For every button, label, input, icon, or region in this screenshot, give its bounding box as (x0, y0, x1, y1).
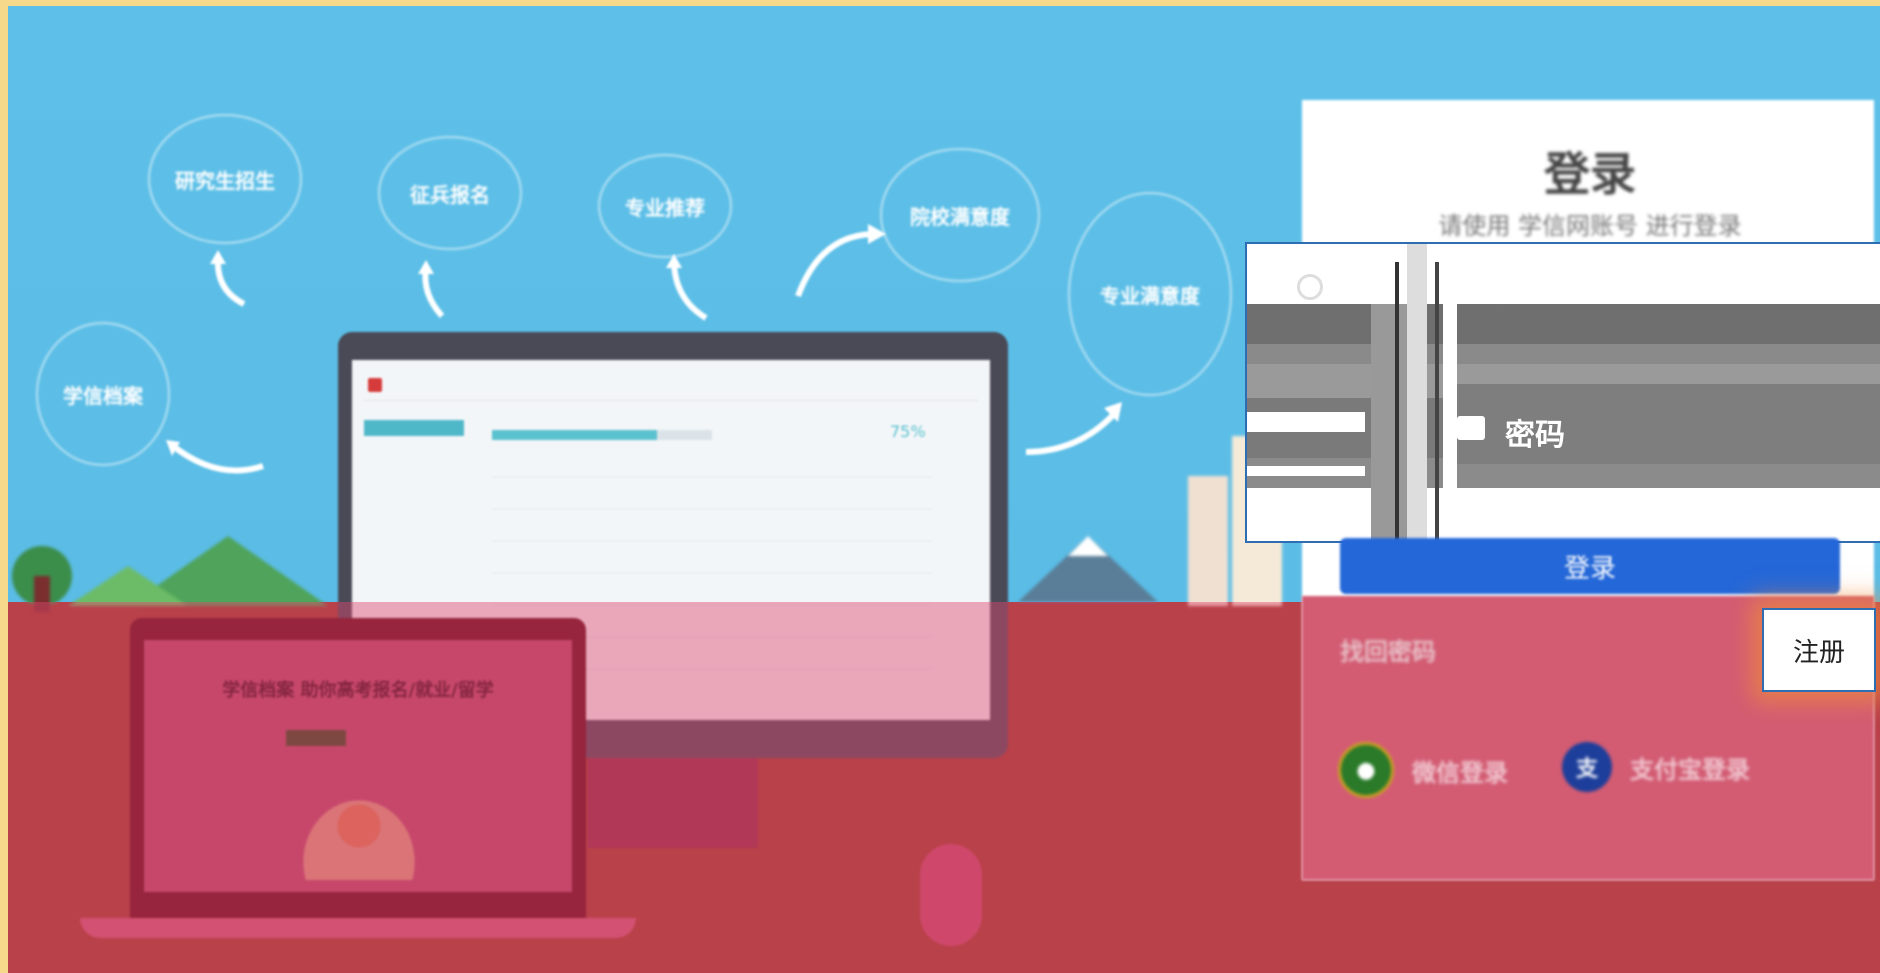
panel-column (1395, 262, 1399, 541)
panel-stripe (1247, 304, 1880, 344)
panel-divider (1247, 412, 1365, 432)
progress-fill (492, 430, 657, 440)
forgot-password-link[interactable]: 找回密码 (1340, 632, 1436, 667)
panel-column (1371, 304, 1407, 541)
monitor-sidebar-active (364, 420, 464, 436)
alipay-icon: 支 (1562, 742, 1612, 792)
wechat-login-label: 微信登录 (1412, 758, 1508, 787)
bubble-major-recommendation: 专业推荐 (598, 154, 732, 258)
login-subtitle: 请使用 学信网账号 进行登录 (1438, 212, 1742, 240)
logo-icon (368, 378, 382, 392)
progress-percent: 75% (890, 422, 926, 441)
bubble-school-satisfaction: 院校满意度 (880, 148, 1040, 282)
login-submit-button[interactable]: 登录 (1340, 538, 1840, 594)
bubble-military-enlistment: 征兵报名 (378, 136, 522, 250)
panel-column (1407, 244, 1427, 541)
alipay-login-label: 支付宝登录 (1630, 755, 1750, 784)
arrow-icon (166, 440, 264, 474)
user-icon (1297, 274, 1323, 300)
panel-divider (1247, 466, 1365, 476)
wechat-icon: ● (1338, 742, 1394, 798)
arrow-icon (1025, 402, 1122, 455)
login-title: 登录 (1544, 147, 1636, 201)
password-field[interactable]: 密码 (1457, 406, 1880, 454)
username-field-label: 手机号/邮箱 (1457, 274, 1618, 309)
register-button[interactable]: 注册 (1762, 608, 1876, 692)
panel-stripe (1247, 344, 1880, 364)
progress-track (492, 430, 712, 440)
panel-column (1443, 244, 1457, 541)
username-field[interactable]: 手机号/邮箱 (1297, 264, 1880, 309)
panel-column (1435, 262, 1439, 541)
arrow-icon (210, 250, 246, 307)
monitor-header (364, 370, 978, 401)
arrow-icon (795, 224, 886, 298)
wechat-login-link[interactable]: ● 微信登录 (1338, 742, 1508, 798)
bubble-graduate-admission: 研究生招生 (148, 114, 302, 244)
password-field-label: 密码 (1505, 418, 1565, 453)
lock-icon (1457, 416, 1485, 440)
bubble-major-satisfaction: 专业满意度 (1068, 192, 1232, 396)
alipay-login-link[interactable]: 支 支付宝登录 (1562, 742, 1750, 792)
bubble-student-archive: 学信档案 (36, 322, 170, 466)
arrow-icon (418, 260, 445, 319)
arrow-icon (666, 254, 708, 321)
credentials-panel: 手机号/邮箱 密码 (1245, 242, 1880, 543)
